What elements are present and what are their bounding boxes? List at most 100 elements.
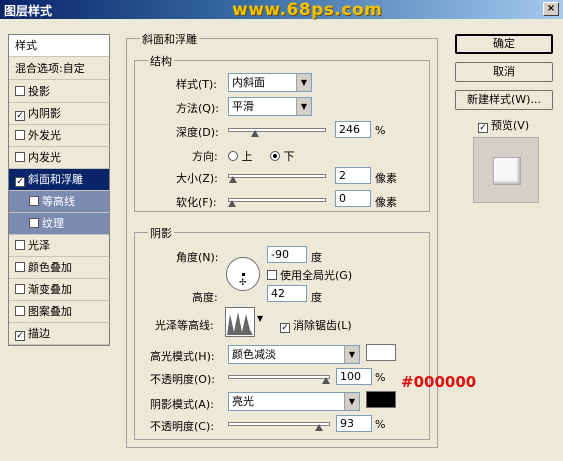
gloss-contour-label: 光泽等高线: xyxy=(155,319,214,332)
depth-input[interactable]: 246 xyxy=(335,121,371,138)
checkbox-icon[interactable] xyxy=(15,240,25,250)
style-label: 样式(T): xyxy=(176,78,218,91)
radio-selected-icon[interactable] xyxy=(270,151,280,161)
bevel-emboss-title: 斜面和浮雕 xyxy=(140,31,199,47)
gloss-contour-preview[interactable] xyxy=(225,307,255,337)
checkbox-checked-icon[interactable]: ✓ xyxy=(478,123,488,133)
style-item-outer-glow[interactable]: 外发光 xyxy=(9,125,109,147)
antialias-option[interactable]: ✓ 消除锯齿(L) xyxy=(280,317,352,333)
style-select[interactable]: 内斜面 ▼ xyxy=(228,73,312,92)
altitude-unit: 度 xyxy=(311,291,322,304)
soften-unit: 像素 xyxy=(375,196,397,209)
checkbox-icon[interactable] xyxy=(267,270,277,280)
style-item-texture[interactable]: 纹理 xyxy=(9,213,109,235)
highlight-opacity-thumb[interactable] xyxy=(322,377,330,384)
style-list: 样式 混合选项:自定 投影 ✓ 内阴影 外发光 内发光 ✓ 斜面和浮雕 等高线 纹理… xyxy=(8,34,110,346)
preview-option[interactable]: ✓ 预览(V) xyxy=(478,117,529,133)
crosshair-icon: ✢ xyxy=(239,278,247,288)
soften-slider[interactable] xyxy=(228,198,326,202)
altitude-label: 高度: xyxy=(192,291,218,304)
checkbox-checked-icon[interactable]: ✓ xyxy=(15,331,25,341)
checkbox-icon[interactable] xyxy=(15,152,25,162)
styles-header[interactable]: 样式 xyxy=(9,35,109,57)
depth-unit: % xyxy=(375,124,386,137)
preview-swatch xyxy=(493,157,521,185)
shadow-opacity-input[interactable]: 93 xyxy=(336,415,372,432)
watermark: www.68ps.com xyxy=(232,0,383,20)
blending-options[interactable]: 混合选项:自定 xyxy=(9,58,109,80)
method-label: 方法(Q): xyxy=(176,102,219,115)
style-item-color-overlay[interactable]: 颜色叠加 xyxy=(9,257,109,279)
direction-down-option[interactable]: 下 xyxy=(270,148,295,164)
highlight-mode-select[interactable]: 颜色减淡 ▼ xyxy=(228,345,360,364)
depth-slider[interactable] xyxy=(228,128,326,132)
style-item-drop-shadow[interactable]: 投影 xyxy=(9,81,109,103)
shadow-opacity-label: 不透明度(C): xyxy=(150,420,214,433)
shadow-opacity-unit: % xyxy=(375,418,386,431)
angle-input[interactable]: -90 xyxy=(267,246,307,263)
chevron-down-icon: ▼ xyxy=(296,98,311,115)
direction-up-option[interactable]: 上 xyxy=(228,148,253,164)
checkbox-checked-icon[interactable]: ✓ xyxy=(15,177,25,187)
checkbox-icon[interactable] xyxy=(29,196,39,206)
shadow-mode-select[interactable]: 亮光 ▼ xyxy=(228,392,360,411)
highlight-opacity-label: 不透明度(O): xyxy=(150,373,215,386)
direction-label: 方向: xyxy=(192,150,218,163)
shading-title: 阴影 xyxy=(148,225,174,241)
highlight-opacity-unit: % xyxy=(375,371,386,384)
angle-unit: 度 xyxy=(311,251,322,264)
style-item-inner-glow[interactable]: 内发光 xyxy=(9,147,109,169)
depth-label: 深度(D): xyxy=(176,126,219,139)
checkbox-icon[interactable] xyxy=(29,218,39,228)
chevron-down-icon: ▼ xyxy=(344,346,359,363)
altitude-input[interactable]: 42 xyxy=(267,285,307,302)
depth-slider-thumb[interactable] xyxy=(250,130,259,137)
angle-dot xyxy=(242,273,245,276)
checkbox-icon[interactable] xyxy=(15,306,25,316)
style-item-gradient-overlay[interactable]: 渐变叠加 xyxy=(9,279,109,301)
angle-label: 角度(N): xyxy=(176,251,219,264)
close-button[interactable]: × xyxy=(543,2,559,16)
new-style-button[interactable]: 新建样式(W)... xyxy=(455,90,553,110)
size-label: 大小(Z): xyxy=(176,172,218,185)
radio-icon[interactable] xyxy=(228,151,238,161)
method-select[interactable]: 平滑 ▼ xyxy=(228,97,312,116)
style-item-pattern-overlay[interactable]: 图案叠加 xyxy=(9,301,109,323)
shadow-mode-label: 阴影模式(A): xyxy=(150,398,214,411)
checkbox-icon[interactable] xyxy=(15,86,25,96)
style-item-inner-shadow[interactable]: ✓ 内阴影 xyxy=(9,103,109,125)
checkbox-icon[interactable] xyxy=(15,130,25,140)
size-unit: 像素 xyxy=(375,172,397,185)
size-slider-thumb[interactable] xyxy=(228,176,237,183)
angle-dial[interactable]: ✢ xyxy=(226,257,260,291)
style-item-bevel-emboss[interactable]: ✓ 斜面和浮雕 xyxy=(9,169,109,191)
style-item-satin[interactable]: 光泽 xyxy=(9,235,109,257)
highlight-opacity-input[interactable]: 100 xyxy=(336,368,372,385)
soften-label: 软化(F): xyxy=(176,196,217,209)
cancel-button[interactable]: 取消 xyxy=(455,62,553,82)
style-preview xyxy=(473,137,539,203)
size-slider[interactable] xyxy=(228,174,326,178)
chevron-down-icon: ▼ xyxy=(344,393,359,410)
size-input[interactable]: 2 xyxy=(335,167,371,184)
highlight-color-swatch[interactable] xyxy=(366,344,396,361)
global-light-option[interactable]: 使用全局光(G) xyxy=(267,267,352,283)
contour-dropdown-icon[interactable]: ▼ xyxy=(257,314,263,323)
soften-input[interactable]: 0 xyxy=(335,190,371,207)
checkbox-checked-icon[interactable]: ✓ xyxy=(280,323,290,333)
shadow-opacity-thumb[interactable] xyxy=(315,424,324,431)
chevron-down-icon: ▼ xyxy=(296,74,311,91)
checkbox-icon[interactable] xyxy=(15,262,25,272)
title-bar: 图层样式 www.68ps.com × xyxy=(0,0,563,20)
ok-button[interactable]: 确定 xyxy=(455,34,553,54)
checkbox-icon[interactable] xyxy=(15,284,25,294)
style-item-stroke[interactable]: ✓ 描边 xyxy=(9,323,109,345)
highlight-opacity-slider[interactable] xyxy=(228,375,330,379)
window-title: 图层样式 xyxy=(4,4,53,18)
shadow-color-swatch[interactable] xyxy=(366,391,396,408)
structure-title: 结构 xyxy=(148,53,174,69)
checkbox-checked-icon[interactable]: ✓ xyxy=(15,111,25,121)
highlight-mode-label: 高光模式(H): xyxy=(150,350,215,363)
soften-slider-thumb[interactable] xyxy=(228,200,236,207)
style-item-contour[interactable]: 等高线 xyxy=(9,191,109,213)
